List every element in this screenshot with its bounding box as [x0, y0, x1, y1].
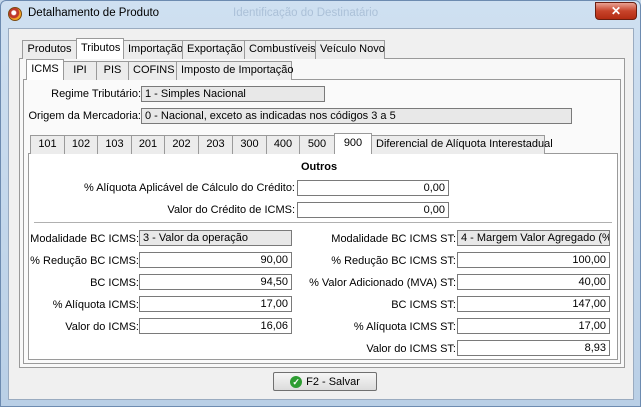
section-divider: [34, 222, 612, 224]
mva-st-field[interactable]: 40,00: [457, 274, 610, 290]
tab-importacao[interactable]: Importação: [123, 40, 183, 59]
tab-veiculo-novo[interactable]: Veículo Novo: [315, 40, 385, 59]
modalidade-bc-icms-st-label: Modalidade BC ICMS ST:: [331, 233, 456, 245]
main-tabs: Produtos Tributos Importação Exportação …: [22, 38, 385, 59]
window-title: Detalhamento de Produto: [28, 7, 160, 19]
regime-field[interactable]: 1 - Simples Nacional: [141, 86, 325, 102]
bc-icms-st-field[interactable]: 147,00: [457, 296, 610, 312]
tab-cofins[interactable]: COFINS: [128, 61, 177, 80]
tab-produtos[interactable]: Produtos: [22, 40, 77, 59]
regime-label: Regime Tributário:: [51, 88, 141, 100]
close-button[interactable]: ✕: [595, 2, 637, 20]
aliquota-credito-label: % Alíquota Aplicável de Cálculo do Crédi…: [84, 182, 295, 194]
aliquota-credito-field[interactable]: 0,00: [297, 180, 449, 196]
origem-field[interactable]: 0 - Nacional, exceto as indicadas nos có…: [141, 108, 572, 124]
aliquota-icms-field[interactable]: 17,00: [139, 296, 292, 312]
tab-diferencial-aliquota[interactable]: Diferencial de Alíquota Interestadual: [371, 135, 553, 154]
valor-icms-st-field[interactable]: 8,93: [457, 340, 610, 356]
tab-csosn-101[interactable]: 101: [30, 135, 65, 154]
title-bar: Detalhamento de Produto Identificação do…: [1, 1, 640, 27]
tab-csosn-201[interactable]: 201: [131, 135, 165, 154]
reducao-bc-icms-label: % Redução BC ICMS:: [30, 255, 139, 267]
tab-csosn-203[interactable]: 203: [198, 135, 233, 154]
check-icon: ✓: [290, 375, 303, 388]
csosn-tabs: 101 102 103 201 202 203 300 400 500 900 …: [30, 133, 553, 154]
reducao-bc-icms-field[interactable]: 90,00: [139, 252, 292, 268]
modalidade-bc-icms-st-field[interactable]: 4 - Margem Valor Agregado (%): [457, 230, 610, 246]
tab-csosn-103[interactable]: 103: [97, 135, 132, 154]
tab-csosn-300[interactable]: 300: [232, 135, 267, 154]
valor-icms-label: Valor do ICMS:: [65, 321, 139, 333]
bc-icms-st-label: BC ICMS ST:: [391, 299, 456, 311]
tab-combustiveis[interactable]: Combustíveis: [244, 40, 316, 59]
modalidade-bc-icms-label: Modalidade BC ICMS:: [30, 233, 139, 245]
save-button[interactable]: ✓ F2 - Salvar: [273, 372, 377, 391]
tab-csosn-400[interactable]: 400: [266, 135, 300, 154]
tab-csosn-102[interactable]: 102: [64, 135, 98, 154]
origem-label: Origem da Mercadoria:: [28, 110, 142, 122]
bc-icms-field[interactable]: 94,50: [139, 274, 292, 290]
app-icon: [8, 7, 22, 21]
aliquota-icms-st-field[interactable]: 17,00: [457, 318, 610, 334]
outros-title: Outros: [301, 161, 338, 173]
tab-csosn-500[interactable]: 500: [299, 135, 335, 154]
product-detail-window: Detalhamento de Produto Identificação do…: [0, 0, 641, 407]
background-window-title: Identificação do Destinatário: [233, 7, 379, 19]
valor-credito-label: Valor do Crédito de ICMS:: [167, 204, 295, 216]
aliquota-icms-label: % Alíquota ICMS:: [52, 299, 139, 311]
valor-icms-field[interactable]: 16,06: [139, 318, 292, 334]
tab-icms[interactable]: ICMS: [26, 59, 64, 80]
save-button-label: F2 - Salvar: [306, 375, 360, 388]
modalidade-bc-icms-field[interactable]: 3 - Valor da operação: [139, 230, 292, 246]
tax-tabs: ICMS IPI PIS COFINS Imposto de Importaçã…: [26, 59, 294, 80]
valor-credito-field[interactable]: 0,00: [297, 202, 449, 218]
tab-exportacao[interactable]: Exportação: [182, 40, 245, 59]
reducao-bc-icms-st-label: % Redução BC ICMS ST:: [331, 255, 456, 267]
valor-icms-st-label: Valor do ICMS ST:: [366, 343, 456, 355]
tab-csosn-202[interactable]: 202: [164, 135, 199, 154]
tab-csosn-900[interactable]: 900: [334, 133, 372, 154]
client-area: Produtos Tributos Importação Exportação …: [8, 28, 634, 400]
tab-ipi[interactable]: IPI: [63, 61, 97, 80]
mva-st-label: % Valor Adicionado (MVA) ST:: [309, 277, 456, 289]
reducao-bc-icms-st-field[interactable]: 100,00: [457, 252, 610, 268]
tab-tributos[interactable]: Tributos: [76, 38, 124, 59]
aliquota-icms-st-label: % Alíquota ICMS ST:: [353, 321, 456, 333]
tab-imposto-importacao[interactable]: Imposto de Importação: [176, 61, 294, 80]
bc-icms-label: BC ICMS:: [90, 277, 139, 289]
tab-pis[interactable]: PIS: [96, 61, 129, 80]
